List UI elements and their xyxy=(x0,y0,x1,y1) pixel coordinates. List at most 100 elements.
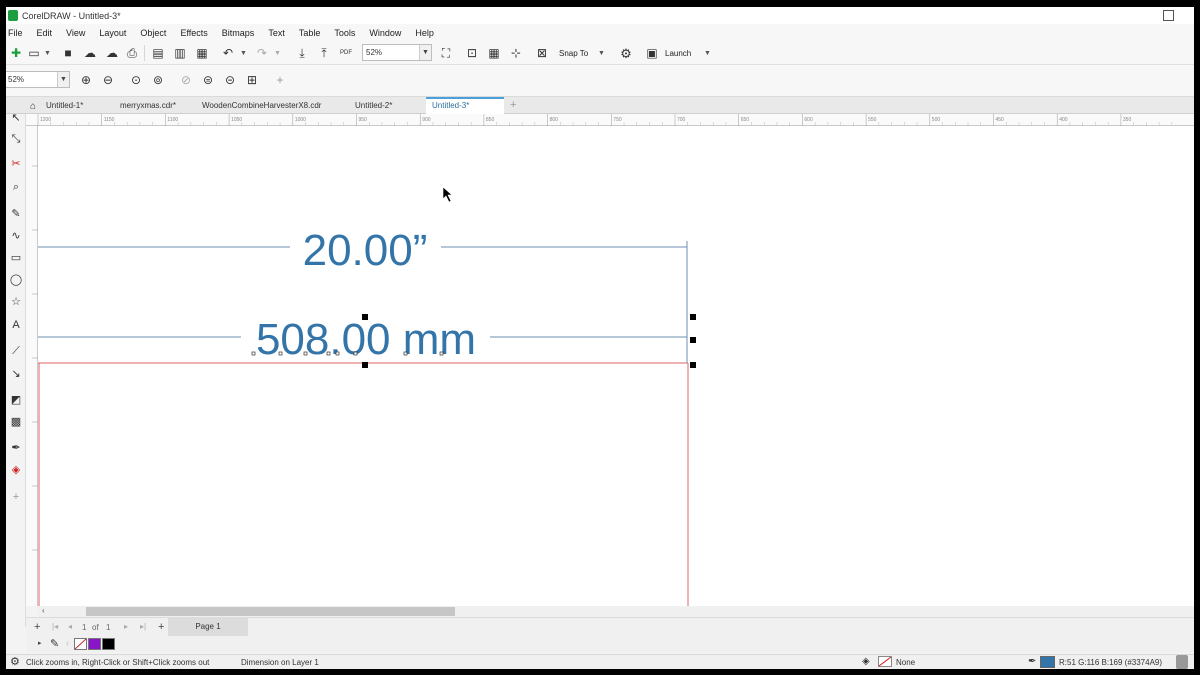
last-page-icon[interactable]: ▸| xyxy=(140,622,146,631)
snap-to-dropdown-icon[interactable]: ▼ xyxy=(598,50,605,57)
add-property-icon[interactable]: + xyxy=(272,72,288,88)
chevron-down-icon[interactable]: ▼ xyxy=(57,72,69,87)
parallel-dimension-tool-icon[interactable]: ⟋ xyxy=(8,343,24,359)
copy-icon[interactable]: ▥ xyxy=(172,45,188,61)
show-grid-icon[interactable]: ▦ xyxy=(486,45,502,61)
node-handle[interactable] xyxy=(335,351,340,356)
connector-tool-icon[interactable]: ↘ xyxy=(8,365,24,381)
menu-file[interactable]: File xyxy=(8,28,23,38)
node-handle[interactable] xyxy=(251,351,256,356)
menu-text[interactable]: Text xyxy=(268,28,285,38)
artistic-media-tool-icon[interactable]: ∿ xyxy=(8,227,24,243)
outline-pen-icon[interactable]: ✒ xyxy=(1028,656,1036,667)
launch-label[interactable]: Launch xyxy=(665,49,691,58)
property-zoom-combo[interactable]: 52% ▼ xyxy=(6,71,70,88)
polygon-tool-icon[interactable]: ☆ xyxy=(8,293,24,309)
purple-swatch[interactable] xyxy=(88,638,101,650)
fill-icon[interactable]: ◈ xyxy=(862,656,870,667)
eyedropper-icon[interactable]: ✎ xyxy=(50,637,59,650)
menu-effects[interactable]: Effects xyxy=(180,28,207,38)
text-tool-icon[interactable]: A xyxy=(8,317,24,333)
vertical-ruler[interactable] xyxy=(26,126,38,606)
redo-dropdown-icon[interactable]: ▼ xyxy=(274,50,281,57)
tab-untitled-1[interactable]: Untitled-1* xyxy=(40,97,89,114)
black-swatch[interactable] xyxy=(102,638,115,650)
zoom-to-page-icon[interactable]: ⊞ xyxy=(244,72,260,88)
no-color-swatch[interactable] xyxy=(74,638,87,650)
node-handle[interactable] xyxy=(303,351,308,356)
tab-untitled-3[interactable]: Untitled-3* xyxy=(426,97,504,114)
freehand-tool-icon[interactable]: ✎ xyxy=(8,205,24,221)
zoom-page-icon[interactable]: ⊘ xyxy=(178,72,194,88)
zoom-selected-icon[interactable]: ⊙ xyxy=(128,72,144,88)
horizontal-scroll-thumb[interactable] xyxy=(86,607,455,616)
gear-icon[interactable]: ⚙ xyxy=(618,45,634,61)
zoom-page-width-icon[interactable]: ⊜ xyxy=(200,72,216,88)
dimension-text-mm[interactable]: 508.00 mm xyxy=(256,315,476,364)
export-icon[interactable]: ⤒ xyxy=(316,45,332,61)
shape-tool-icon[interactable]: ⤡ xyxy=(8,131,24,147)
next-page-icon[interactable]: ▸ xyxy=(124,622,128,631)
add-page-after-icon[interactable]: + xyxy=(158,621,164,633)
launch-dropdown-icon[interactable]: ▼ xyxy=(704,50,711,57)
palette-expand-icon[interactable]: ▸ xyxy=(38,639,42,647)
menu-object[interactable]: Object xyxy=(140,28,166,38)
cut-icon[interactable]: ▤ xyxy=(150,45,166,61)
dimension-text-inches[interactable]: 20.00” xyxy=(303,226,428,275)
selection-handle-top-right[interactable] xyxy=(690,314,696,320)
add-page-before-icon[interactable]: + xyxy=(34,621,40,633)
show-guidelines-icon[interactable]: ⊹ xyxy=(508,45,524,61)
drawing-surface[interactable]: 20.00” 508.00 mm xyxy=(38,126,1194,606)
node-handle[interactable] xyxy=(353,351,358,356)
launch-icon[interactable]: ▣ xyxy=(644,45,660,61)
zoom-all-objects-icon[interactable]: ⊚ xyxy=(150,72,166,88)
docker-toggle-icon[interactable] xyxy=(1176,655,1188,669)
selection-handle-bottom[interactable] xyxy=(362,362,368,368)
fill-none-swatch[interactable] xyxy=(878,656,892,667)
tab-untitled-2[interactable]: Untitled-2* xyxy=(349,97,398,114)
chevron-down-icon[interactable]: ▼ xyxy=(419,45,431,60)
paste-icon[interactable]: ▦ xyxy=(194,45,210,61)
cloud-upload-icon[interactable]: ☁ xyxy=(104,45,120,61)
node-handle[interactable] xyxy=(403,351,408,356)
alignment-guides-icon[interactable]: ⊠ xyxy=(534,45,550,61)
show-rulers-icon[interactable]: ⊡ xyxy=(464,45,480,61)
import-icon[interactable]: ⤓ xyxy=(294,45,310,61)
zoom-level-combo[interactable]: 52% ▼ xyxy=(362,44,432,61)
drawing-canvas[interactable]: 20.00” 508.00 mm xyxy=(38,126,1194,606)
cloud-download-icon[interactable]: ☁ xyxy=(82,45,98,61)
menu-table[interactable]: Table xyxy=(299,28,321,38)
eyedropper-tool-icon[interactable]: ✒ xyxy=(8,439,24,455)
print-icon[interactable]: ⎙ xyxy=(124,45,140,61)
save-icon[interactable]: ■ xyxy=(60,45,76,61)
selection-handle-bottom-right[interactable] xyxy=(690,362,696,368)
outline-color-swatch[interactable] xyxy=(1040,656,1055,668)
zoom-page-height-icon[interactable]: ⊝ xyxy=(222,72,238,88)
snap-to-label[interactable]: Snap To xyxy=(559,49,588,58)
menu-window[interactable]: Window xyxy=(369,28,401,38)
horizontal-ruler[interactable]: 1200 1150 1100 1050 1000 950 900 850 800 750 700 65… xyxy=(26,114,1194,126)
undo-icon[interactable]: ↶ xyxy=(220,45,236,61)
open-folder-icon[interactable]: ▭ xyxy=(26,45,42,61)
ellipse-tool-icon[interactable]: ◯ xyxy=(8,271,24,287)
tab-merryxmas[interactable]: merryxmas.cdr* xyxy=(114,97,182,114)
horizontal-scrollbar[interactable]: ‹ xyxy=(38,606,1194,617)
menu-help[interactable]: Help xyxy=(415,28,434,38)
account-icon[interactable] xyxy=(1163,10,1174,21)
zoom-tool-icon[interactable]: ⌕ xyxy=(8,179,24,195)
scroll-left-icon[interactable]: ‹ xyxy=(42,606,45,615)
palette-scroll-left-icon[interactable]: ‹ xyxy=(66,638,69,648)
node-handle[interactable] xyxy=(278,351,283,356)
dimension-mm[interactable]: 508.00 mm xyxy=(38,315,687,364)
menu-view[interactable]: View xyxy=(66,28,85,38)
full-screen-icon[interactable]: ⛶ xyxy=(438,45,454,61)
previous-page-icon[interactable]: ◂ xyxy=(68,622,72,631)
new-document-icon[interactable]: ✚ xyxy=(8,45,24,61)
menu-layout[interactable]: Layout xyxy=(99,28,126,38)
transparency-tool-icon[interactable]: ▩ xyxy=(8,413,24,429)
menu-bitmaps[interactable]: Bitmaps xyxy=(222,28,255,38)
selection-handle-top[interactable] xyxy=(362,314,368,320)
open-dropdown-icon[interactable]: ▼ xyxy=(44,50,51,57)
menu-edit[interactable]: Edit xyxy=(37,28,53,38)
page-tab[interactable]: Page 1 xyxy=(168,618,248,636)
